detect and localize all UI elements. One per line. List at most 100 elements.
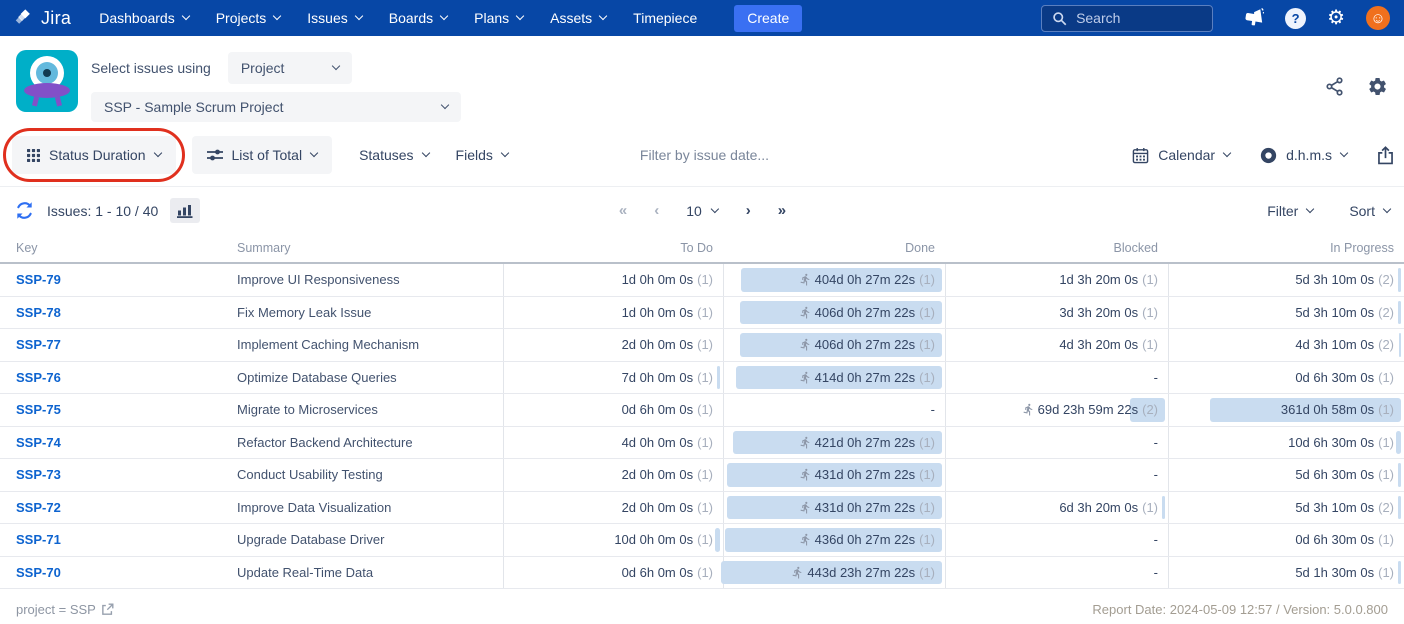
done-duration-cell: 406d 0h 27m 22s (1) — [723, 329, 945, 361]
inprogress-duration-cell: 5d 3h 10m 0s (2) — [1168, 492, 1404, 524]
duration-count: (1) — [919, 435, 935, 450]
project-select-dropdown[interactable]: SSP - Sample Scrum Project — [91, 92, 461, 122]
duration-value: 5d 6h 30m 0s — [1295, 467, 1374, 482]
search-icon — [1052, 11, 1067, 26]
issue-key-link[interactable]: SSP-76 — [16, 370, 61, 385]
duration-count: (1) — [1142, 337, 1158, 352]
first-page-button[interactable]: « — [619, 202, 626, 219]
duration-value: 4d 3h 10m 0s — [1295, 337, 1374, 352]
issue-summary: Improve Data Visualization — [237, 492, 503, 524]
inprogress-duration-cell: 0d 6h 30m 0s (1) — [1168, 524, 1404, 556]
duration-count: (1) — [919, 272, 935, 287]
issue-summary: Conduct Usability Testing — [237, 459, 503, 491]
fields-dropdown[interactable]: Fields — [456, 147, 508, 163]
nav-item-timepiece[interactable]: Timepiece — [633, 10, 697, 26]
report-footer: project = SSP Report Date: 2024-05-09 12… — [0, 589, 1404, 617]
duration-value: 1d 0h 0m 0s — [622, 272, 694, 287]
refresh-icon[interactable] — [14, 200, 35, 221]
create-button[interactable]: Create — [734, 5, 802, 32]
nav-item-plans[interactable]: Plans — [474, 10, 523, 26]
table-row: SSP-73 Conduct Usability Testing 2d 0h 0… — [0, 459, 1404, 492]
duration-value: 2d 0h 0m 0s — [622, 500, 694, 515]
nav-item-projects[interactable]: Projects — [216, 10, 281, 26]
table-row: SSP-72 Improve Data Visualization 2d 0h … — [0, 492, 1404, 525]
nav-item-dashboards[interactable]: Dashboards — [99, 10, 189, 26]
duration-value: - — [1154, 467, 1158, 482]
issue-key-link[interactable]: SSP-75 — [16, 402, 61, 417]
view-mode-dropdown[interactable]: List of Total — [192, 136, 333, 174]
issue-key-link[interactable]: SSP-77 — [16, 337, 61, 352]
issue-key-link[interactable]: SSP-70 — [16, 565, 61, 580]
issue-summary: Improve UI Responsiveness — [237, 264, 503, 296]
issue-key-link[interactable]: SSP-78 — [16, 305, 61, 320]
export-icon[interactable] — [1377, 146, 1394, 165]
last-page-button[interactable]: » — [778, 202, 785, 219]
chevron-down-icon — [332, 62, 340, 70]
issue-key-link[interactable]: SSP-73 — [16, 467, 61, 482]
duration-value: 2d 0h 0m 0s — [622, 337, 694, 352]
duration-bar — [1399, 333, 1401, 357]
blocked-duration-cell: - — [945, 557, 1168, 589]
issue-key-link[interactable]: SSP-79 — [16, 272, 61, 287]
jira-brand[interactable]: Jira — [14, 8, 71, 29]
duration-value: 0d 6h 30m 0s — [1295, 370, 1374, 385]
table-row: SSP-79 Improve UI Responsiveness 1d 0h 0… — [0, 264, 1404, 297]
statuses-dropdown[interactable]: Statuses — [359, 147, 428, 163]
page-size-dropdown[interactable]: 10 — [686, 203, 718, 219]
duration-count: (1) — [697, 500, 713, 515]
blocked-duration-cell: 3d 3h 20m 0s (1) — [945, 297, 1168, 329]
duration-count: (1) — [919, 337, 935, 352]
issue-source-mode-dropdown[interactable]: Project — [228, 52, 352, 84]
sort-dropdown[interactable]: Sort — [1349, 203, 1390, 219]
todo-duration-cell: 4d 0h 0m 0s (1) — [503, 427, 723, 459]
table-body: SSP-79 Improve UI Responsiveness 1d 0h 0… — [0, 264, 1404, 589]
duration-value: 404d 0h 27m 22s — [815, 272, 915, 287]
duration-value: 0d 6h 0m 0s — [622, 565, 694, 580]
announcements-icon[interactable] — [1242, 7, 1264, 29]
issue-key-link[interactable]: SSP-74 — [16, 435, 61, 450]
report-type-annotation-wrap: Status Duration — [12, 136, 176, 174]
duration-value: 5d 3h 10m 0s — [1295, 272, 1374, 287]
search-input[interactable]: Search — [1041, 5, 1213, 32]
nav-item-assets[interactable]: Assets — [550, 10, 606, 26]
prev-page-button[interactable]: ‹ — [654, 202, 658, 219]
chevron-down-icon — [501, 149, 509, 157]
runner-icon — [799, 338, 812, 351]
calendar-dropdown[interactable]: Calendar — [1132, 147, 1230, 164]
runner-icon — [799, 533, 812, 546]
help-icon[interactable] — [1285, 8, 1306, 29]
issue-summary: Upgrade Database Driver — [237, 524, 503, 556]
duration-bar — [1398, 561, 1401, 585]
external-link-icon[interactable] — [101, 603, 114, 616]
issue-key-link[interactable]: SSP-72 — [16, 500, 61, 515]
settings-icon[interactable] — [1327, 8, 1345, 28]
report-type-dropdown[interactable]: Status Duration — [12, 136, 176, 174]
next-page-button[interactable]: › — [746, 202, 750, 219]
chart-view-button[interactable] — [170, 198, 200, 223]
time-format-dropdown[interactable]: d.h.m.s — [1260, 147, 1347, 164]
issue-summary: Refactor Backend Architecture — [237, 427, 503, 459]
duration-value: 436d 0h 27m 22s — [815, 532, 915, 547]
alien-pupil — [43, 69, 51, 77]
duration-value: 3d 3h 20m 0s — [1059, 305, 1138, 320]
duration-count: (1) — [697, 435, 713, 450]
duration-value: - — [1154, 565, 1158, 580]
nav-item-issues[interactable]: Issues — [307, 10, 361, 26]
issue-date-filter-input[interactable]: Filter by issue date... — [640, 147, 769, 163]
todo-duration-cell: 7d 0h 0m 0s (1) — [503, 362, 723, 394]
user-avatar[interactable] — [1366, 6, 1390, 30]
nav-item-boards[interactable]: Boards — [389, 10, 447, 26]
inprogress-duration-cell: 5d 3h 10m 0s (2) — [1168, 297, 1404, 329]
jira-logo-icon — [14, 8, 35, 29]
calendar-icon — [1132, 147, 1149, 164]
alien-leg — [55, 97, 62, 107]
inprogress-duration-cell: 10d 6h 30m 0s (1) — [1168, 427, 1404, 459]
duration-value: 4d 3h 20m 0s — [1059, 337, 1138, 352]
chevron-down-icon — [421, 149, 429, 157]
share-icon[interactable] — [1324, 76, 1345, 97]
column-header-todo: To Do — [503, 241, 723, 255]
filter-dropdown[interactable]: Filter — [1267, 203, 1313, 219]
chevron-down-icon — [711, 204, 719, 212]
report-settings-gear-icon[interactable] — [1367, 76, 1388, 97]
issue-key-link[interactable]: SSP-71 — [16, 532, 61, 547]
